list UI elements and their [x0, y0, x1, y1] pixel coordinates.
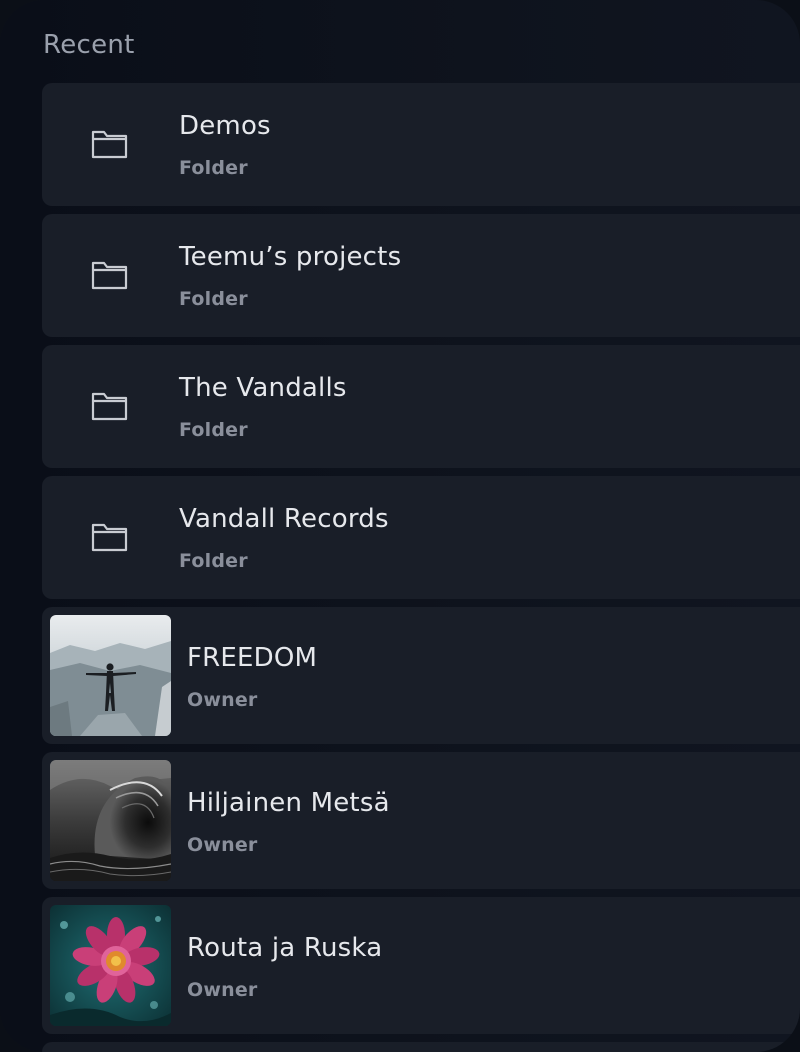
item-subtitle: Folder [179, 550, 248, 572]
folder-row-teemus-projects[interactable]: Teemu’s projects Folder [42, 214, 800, 337]
item-subtitle: Owner [187, 834, 258, 856]
track-row-hiljainen-metsa[interactable]: Hiljainen Metsä Owner [42, 752, 800, 889]
folder-icon [90, 126, 130, 162]
folder-icon [90, 519, 130, 555]
folder-row-the-vandalls[interactable]: The Vandalls Folder [42, 345, 800, 468]
recent-list: Demos Folder Teemu’s projects Folder The… [42, 83, 800, 1052]
item-title: Hiljainen Metsä [187, 788, 390, 818]
item-title: The Vandalls [179, 373, 347, 403]
item-title: Vandall Records [179, 504, 389, 534]
folder-icon [90, 257, 130, 293]
item-subtitle: Folder [179, 157, 248, 179]
folder-icon [90, 388, 130, 424]
track-row-routa-ja-ruska[interactable]: Routa ja Ruska Owner [42, 897, 800, 1034]
item-title: Teemu’s projects [179, 242, 402, 272]
person-on-cliff-artwork [50, 615, 171, 736]
recent-screen: Recent Demos Folder Teemu’s projects Fol… [0, 0, 800, 1052]
list-item-partial[interactable] [42, 1042, 800, 1052]
item-subtitle: Folder [179, 288, 248, 310]
track-row-freedom[interactable]: FREEDOM Owner [42, 607, 800, 744]
flower-artwork [50, 905, 171, 1026]
item-subtitle: Owner [187, 689, 258, 711]
section-title-recent: Recent [43, 30, 135, 60]
dark-wave-artwork [50, 760, 171, 881]
folder-row-vandall-records[interactable]: Vandall Records Folder [42, 476, 800, 599]
item-subtitle: Folder [179, 419, 248, 441]
folder-row-demos[interactable]: Demos Folder [42, 83, 800, 206]
item-title: Routa ja Ruska [187, 933, 383, 963]
item-title: Demos [179, 111, 271, 141]
item-subtitle: Owner [187, 979, 258, 1001]
item-title: FREEDOM [187, 643, 318, 673]
